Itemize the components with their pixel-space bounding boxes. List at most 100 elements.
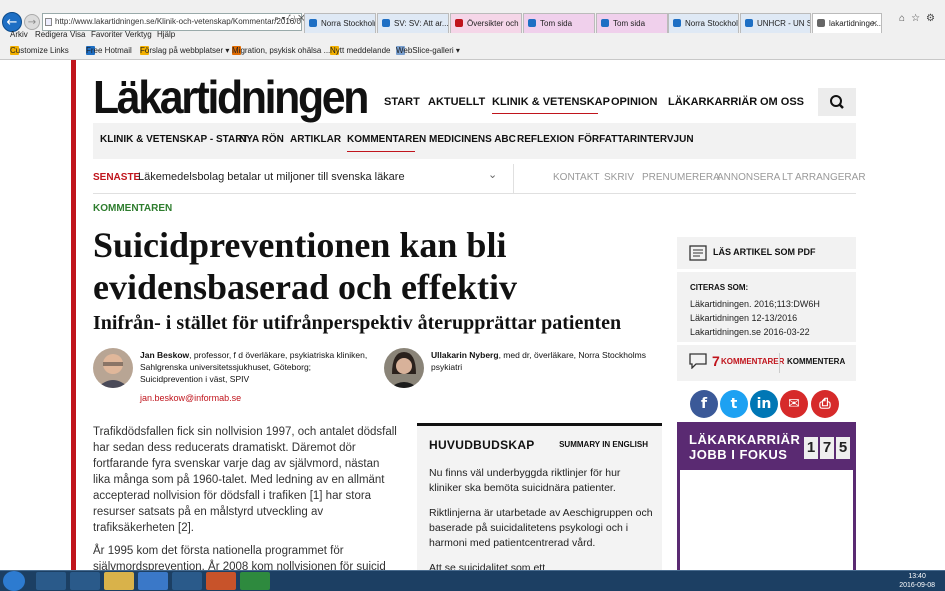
share-print-button[interactable]: ⎙	[811, 390, 839, 418]
print-icon: ⎙	[819, 396, 831, 412]
author-avatar-beskow	[93, 348, 133, 388]
address-icons: ⌕ ▾ ↻ ✕	[274, 10, 305, 26]
site-logo[interactable]: Läkartidningen	[93, 72, 369, 122]
subnav-item[interactable]: FÖRFATTARINTERVJUN	[578, 134, 694, 145]
pdf-link[interactable]: LÄS ARTIKEL SOM PDF	[677, 237, 856, 269]
search-icon[interactable]: ⌕	[274, 13, 279, 23]
main-nav-item[interactable]: AKTUELLT	[428, 96, 485, 108]
summary-english-link[interactable]: SUMMARY IN ENGLISH	[559, 440, 648, 449]
author-info-nyberg: Ullakarin Nyberg, med dr, överläkare, No…	[431, 349, 651, 373]
key-messages-box: HUVUDBUDSKAP SUMMARY IN ENGLISH Nu finns…	[417, 423, 662, 570]
citation-box: CITERAS SOM: Läkartidningen. 2016;113:DW…	[677, 272, 856, 342]
pdf-label: LÄS ARTIKEL SOM PDF	[713, 247, 816, 257]
tab-label: Norra Stockholm...	[321, 19, 375, 28]
subnav-item[interactable]: MEDICINENS ABC	[429, 134, 516, 145]
menu-item[interactable]: Visa	[70, 30, 85, 39]
home-icon[interactable]: ⌂	[899, 13, 911, 24]
back-arrow-icon: ←	[6, 15, 18, 30]
divider	[513, 164, 514, 194]
comment-button[interactable]: KOMMENTERA	[787, 357, 845, 366]
latest-headline[interactable]: Läkemedelsbolag betalar ut miljoner till…	[138, 171, 405, 183]
chrome-icon[interactable]	[70, 572, 100, 590]
subnav-item[interactable]: REFLEXION	[517, 134, 574, 145]
key-message: Att se suicidalitet som ett	[429, 562, 546, 570]
media-player-icon[interactable]	[36, 572, 66, 590]
latest-label: SENASTE	[93, 172, 141, 183]
tab-label: UNHCR - UN Su...	[757, 19, 810, 28]
page-icon	[45, 18, 52, 26]
main-nav-item[interactable]: KLINIK & VETENSKAP	[492, 96, 610, 108]
top-link[interactable]: SKRIV	[604, 172, 634, 183]
share-email-button[interactable]: ✉	[780, 390, 808, 418]
tab-favicon-icon	[455, 19, 463, 27]
top-link[interactable]: LT ARRANGERAR	[782, 172, 866, 183]
tab-favicon-icon	[673, 19, 681, 27]
citation: Läkartidningen. 2016;113:DW6H	[690, 299, 820, 309]
subnav-item[interactable]: ARTIKLAR	[290, 134, 341, 145]
author-avatar-nyberg	[384, 348, 424, 388]
tab-favicon-icon	[601, 19, 609, 27]
excel-icon[interactable]	[240, 572, 270, 590]
favorite-label: Free Hotmail	[86, 46, 132, 55]
menu-item[interactable]: Redigera	[35, 30, 67, 39]
share-twitter-button[interactable]: t	[720, 390, 748, 418]
start-button[interactable]	[3, 571, 25, 591]
linkedin-icon: in	[756, 396, 772, 412]
address-bar[interactable]: http://www.lakartidningen.se/Klinik-och-…	[42, 13, 302, 31]
address-text: http://www.lakartidningen.se/Klinik-och-…	[55, 17, 302, 26]
tab-label: SV: SV: Att ar...	[394, 19, 449, 28]
key-message: Nu finns väl underbyggda riktlinjer för …	[429, 467, 621, 494]
menu-item[interactable]: Favoriter	[91, 30, 123, 39]
latest-news-row: SENASTE Läkemedelsbolag betalar ut miljo…	[93, 164, 866, 194]
favorite-label: Migration, psykisk ohälsa ...	[232, 46, 331, 55]
back-button[interactable]: ←	[2, 12, 22, 32]
main-nav-item[interactable]: OPINION	[611, 96, 657, 108]
top-link[interactable]: ANNONSERA	[717, 172, 780, 183]
chevron-down-icon[interactable]: ⌄	[488, 168, 497, 181]
tab-favicon-icon	[309, 19, 317, 27]
powerpoint-icon[interactable]	[206, 572, 236, 590]
share-linkedin-button[interactable]: in	[750, 390, 778, 418]
red-accent-bar	[71, 60, 76, 570]
search-icon	[830, 95, 844, 109]
counter-digit: 5	[836, 437, 850, 459]
top-link[interactable]: KONTAKT	[553, 172, 599, 183]
author-name: Jan Beskow	[140, 350, 190, 360]
divider	[779, 353, 780, 373]
tab-label: Översikter och st...	[467, 19, 521, 28]
forward-button[interactable]: →	[24, 14, 40, 30]
citation: Läkartidningen 12-13/2016	[690, 313, 798, 323]
menu-item[interactable]: Arkiv	[10, 30, 28, 39]
subnav-item[interactable]: KLINIK & VETENSKAP - START	[100, 134, 249, 145]
menu-item[interactable]: Hjälp	[157, 30, 175, 39]
facebook-icon: f	[700, 396, 708, 412]
main-nav-item[interactable]: START	[384, 96, 420, 108]
subnav-item[interactable]: KOMMENTAREN	[347, 134, 426, 145]
explorer-icon[interactable]	[104, 572, 134, 590]
refresh-icon[interactable]: ↻	[288, 13, 296, 23]
tab-favicon-icon	[745, 19, 753, 27]
dropdown-icon[interactable]: ▾	[282, 13, 286, 23]
internet-explorer-icon[interactable]	[138, 572, 168, 590]
section-label[interactable]: KOMMENTAREN	[93, 203, 172, 214]
gear-icon[interactable]: ⚙	[926, 13, 941, 24]
jobs-title-line: LÄKARKARRIÄR	[689, 432, 801, 447]
sub-navigation: KLINIK & VETENSKAP - START NYA RÖN ARTIKLA…	[93, 123, 856, 159]
comment-count[interactable]: 7	[712, 353, 720, 369]
search-button[interactable]	[818, 88, 856, 116]
calendar-icon[interactable]	[172, 572, 202, 590]
comments-link[interactable]: KOMMENTARER	[721, 357, 784, 366]
share-facebook-button[interactable]: f	[690, 390, 718, 418]
subnav-item[interactable]: NYA RÖN	[239, 134, 284, 145]
clock[interactable]: 13:40 2016-09-08	[899, 572, 935, 590]
jobs-box[interactable]: LÄKARKARRIÄR JOBB I FOKUS 175	[677, 422, 856, 570]
article-title: Suicidpreventionen kan bli evidensbasera…	[93, 225, 517, 307]
main-nav-item[interactable]: LÄKARKARRIÄR	[668, 96, 757, 108]
main-nav-item[interactable]: OM OSS	[760, 96, 804, 108]
article-body: Trafikdödsfallen fick sin nollvision 199…	[93, 424, 398, 570]
top-link[interactable]: PRENUMERERA	[642, 172, 720, 183]
menu-item[interactable]: Verktyg	[125, 30, 152, 39]
star-icon[interactable]: ☆	[911, 13, 926, 24]
author-info-beskow: Jan Beskow, professor, f d överläkare, p…	[140, 349, 370, 385]
author-email-link[interactable]: jan.beskow@informab.se	[140, 393, 241, 403]
